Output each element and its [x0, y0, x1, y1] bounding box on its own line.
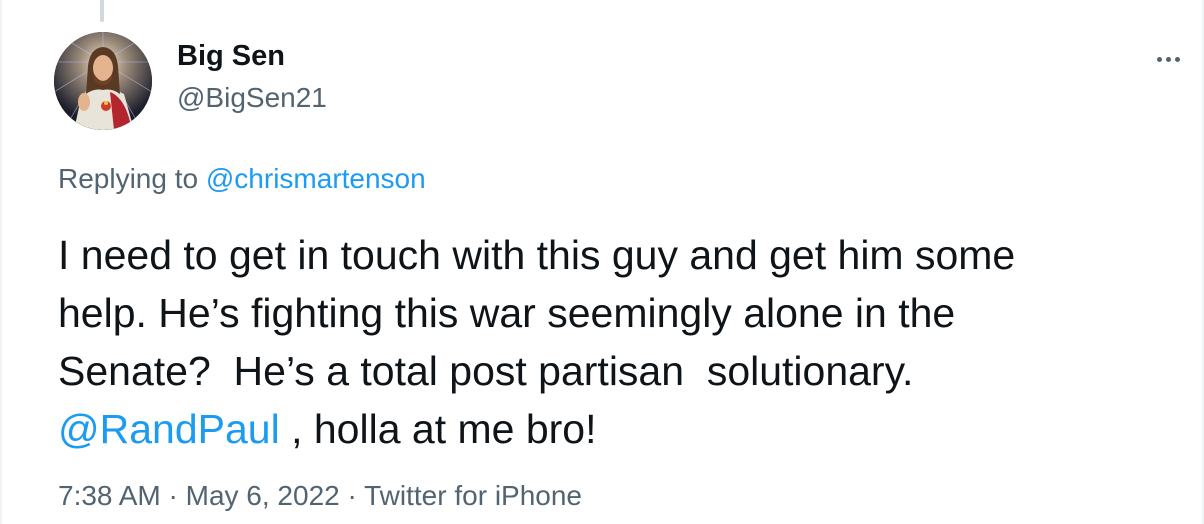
more-horizontal-icon — [1156, 56, 1162, 62]
avatar[interactable] — [54, 32, 152, 130]
replying-to-prefix: Replying to — [58, 163, 206, 194]
tweet-source[interactable]: Twitter for iPhone — [364, 480, 582, 511]
avatar-icon — [54, 32, 152, 130]
more-horizontal-icon-dot-3 — [1174, 56, 1180, 62]
tweet-text: I need to get in touch with this guy and… — [58, 226, 1178, 458]
replying-to: Replying to @chrismartenson — [58, 163, 426, 195]
tweet-time[interactable]: 7:38 AM — [58, 480, 161, 511]
thread-connector-line — [100, 0, 104, 22]
tweet-text-line: help. He’s fighting this war seemingly a… — [58, 290, 956, 336]
tweet-date[interactable]: May 6, 2022 — [186, 480, 340, 511]
author-name[interactable]: Big Sen — [177, 40, 285, 73]
mention-link[interactable]: @RandPaul — [58, 406, 280, 452]
more-options-button[interactable] — [1148, 46, 1188, 72]
tweet-metadata: 7:38 AM · May 6, 2022 · Twitter for iPho… — [58, 480, 582, 512]
tweet-text-last-line: @RandPaul , holla at me bro! — [58, 400, 1178, 458]
meta-separator: · — [160, 480, 186, 511]
author-handle[interactable]: @BigSen21 — [177, 82, 327, 114]
tweet-text-line: I need to get in touch with this guy and… — [58, 232, 1016, 278]
tweet-text-rest: , holla at me bro! — [279, 406, 597, 452]
replying-to-mention[interactable]: @chrismartenson — [206, 163, 426, 194]
tweet-text-line: Senate? He’s a total post partisan solut… — [58, 348, 914, 394]
meta-separator: · — [339, 480, 365, 511]
more-horizontal-icon-dot-2 — [1165, 56, 1171, 62]
tweet-card: Big Sen @BigSen21 Replying to @chrismart… — [0, 0, 1204, 524]
